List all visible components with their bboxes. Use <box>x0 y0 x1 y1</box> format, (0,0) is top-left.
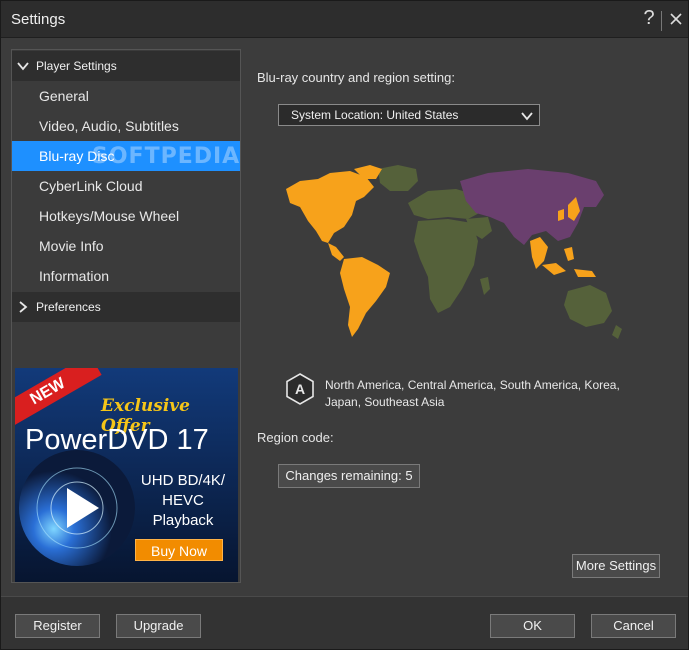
close-icon[interactable] <box>667 10 685 28</box>
upgrade-button[interactable]: Upgrade <box>116 614 201 638</box>
promo-product-name: PowerDVD 17 <box>25 424 209 456</box>
watermark: SOFTPEDIA <box>92 144 241 169</box>
nav-item-cyberlink-cloud[interactable]: CyberLink Cloud <box>12 171 240 201</box>
nav-item-label: General <box>39 88 89 104</box>
changes-remaining-button[interactable]: Changes remaining: 5 <box>278 464 420 488</box>
location-select-value: System Location: United States <box>291 108 459 122</box>
nav-group-player-settings[interactable]: Player Settings <box>12 51 240 81</box>
section-label: Blu-ray country and region setting: <box>257 70 455 85</box>
help-icon[interactable]: ? <box>641 7 657 30</box>
promo-banner[interactable]: NEW Exclusive Offer PowerDVD 17 UHD BD/4… <box>15 368 238 582</box>
nav-item-label: CyberLink Cloud <box>39 178 143 194</box>
chevron-down-icon <box>17 62 29 71</box>
register-button[interactable]: Register <box>15 614 100 638</box>
nav-group-preferences[interactable]: Preferences <box>12 292 240 322</box>
window-title: Settings <box>11 11 66 28</box>
nav-item-label: Hotkeys/Mouse Wheel <box>39 208 180 224</box>
nav-item-information[interactable]: Information <box>12 261 240 291</box>
chevron-right-icon <box>19 301 28 313</box>
region-description: North America, Central America, South Am… <box>325 378 620 409</box>
settings-window: Settings ? Player Settings General Video… <box>0 0 689 650</box>
region-code-label: Region code: <box>257 430 334 445</box>
region-world-map <box>286 165 622 339</box>
settings-nav: Player Settings General Video, Audio, Su… <box>11 49 241 583</box>
nav-item-hotkeys-mouse-wheel[interactable]: Hotkeys/Mouse Wheel <box>12 201 240 231</box>
ok-button[interactable]: OK <box>490 614 575 638</box>
promo-feature-line: UHD BD/4K/ <box>140 472 226 489</box>
region-a-hexagon-icon: A <box>286 373 314 405</box>
nav-item-label: Video, Audio, Subtitles <box>39 118 179 134</box>
more-settings-button[interactable]: More Settings <box>572 554 660 578</box>
titlebar-divider <box>661 11 662 31</box>
promo-feature-line: HEVC <box>162 492 204 509</box>
nav-item-general[interactable]: General <box>12 81 240 111</box>
nav-group-label: Preferences <box>36 300 101 314</box>
chevron-down-icon <box>521 112 533 121</box>
promo-feature-line: Playback <box>152 512 214 529</box>
dialog-footer <box>1 596 688 649</box>
nav-item-label: Information <box>39 268 110 284</box>
nav-item-video-audio-subtitles[interactable]: Video, Audio, Subtitles <box>12 111 240 141</box>
cancel-button[interactable]: Cancel <box>591 614 676 638</box>
region-letter: A <box>295 381 305 397</box>
nav-item-label: Movie Info <box>39 238 104 254</box>
location-select[interactable]: System Location: United States <box>278 104 540 126</box>
buy-now-button[interactable]: Buy Now <box>135 539 223 561</box>
title-bar: Settings ? <box>1 1 688 38</box>
nav-item-movie-info[interactable]: Movie Info <box>12 231 240 261</box>
nav-item-blu-ray-disc[interactable]: Blu-ray Disc SOFTPEDIA <box>12 141 240 171</box>
nav-group-label: Player Settings <box>36 59 117 73</box>
